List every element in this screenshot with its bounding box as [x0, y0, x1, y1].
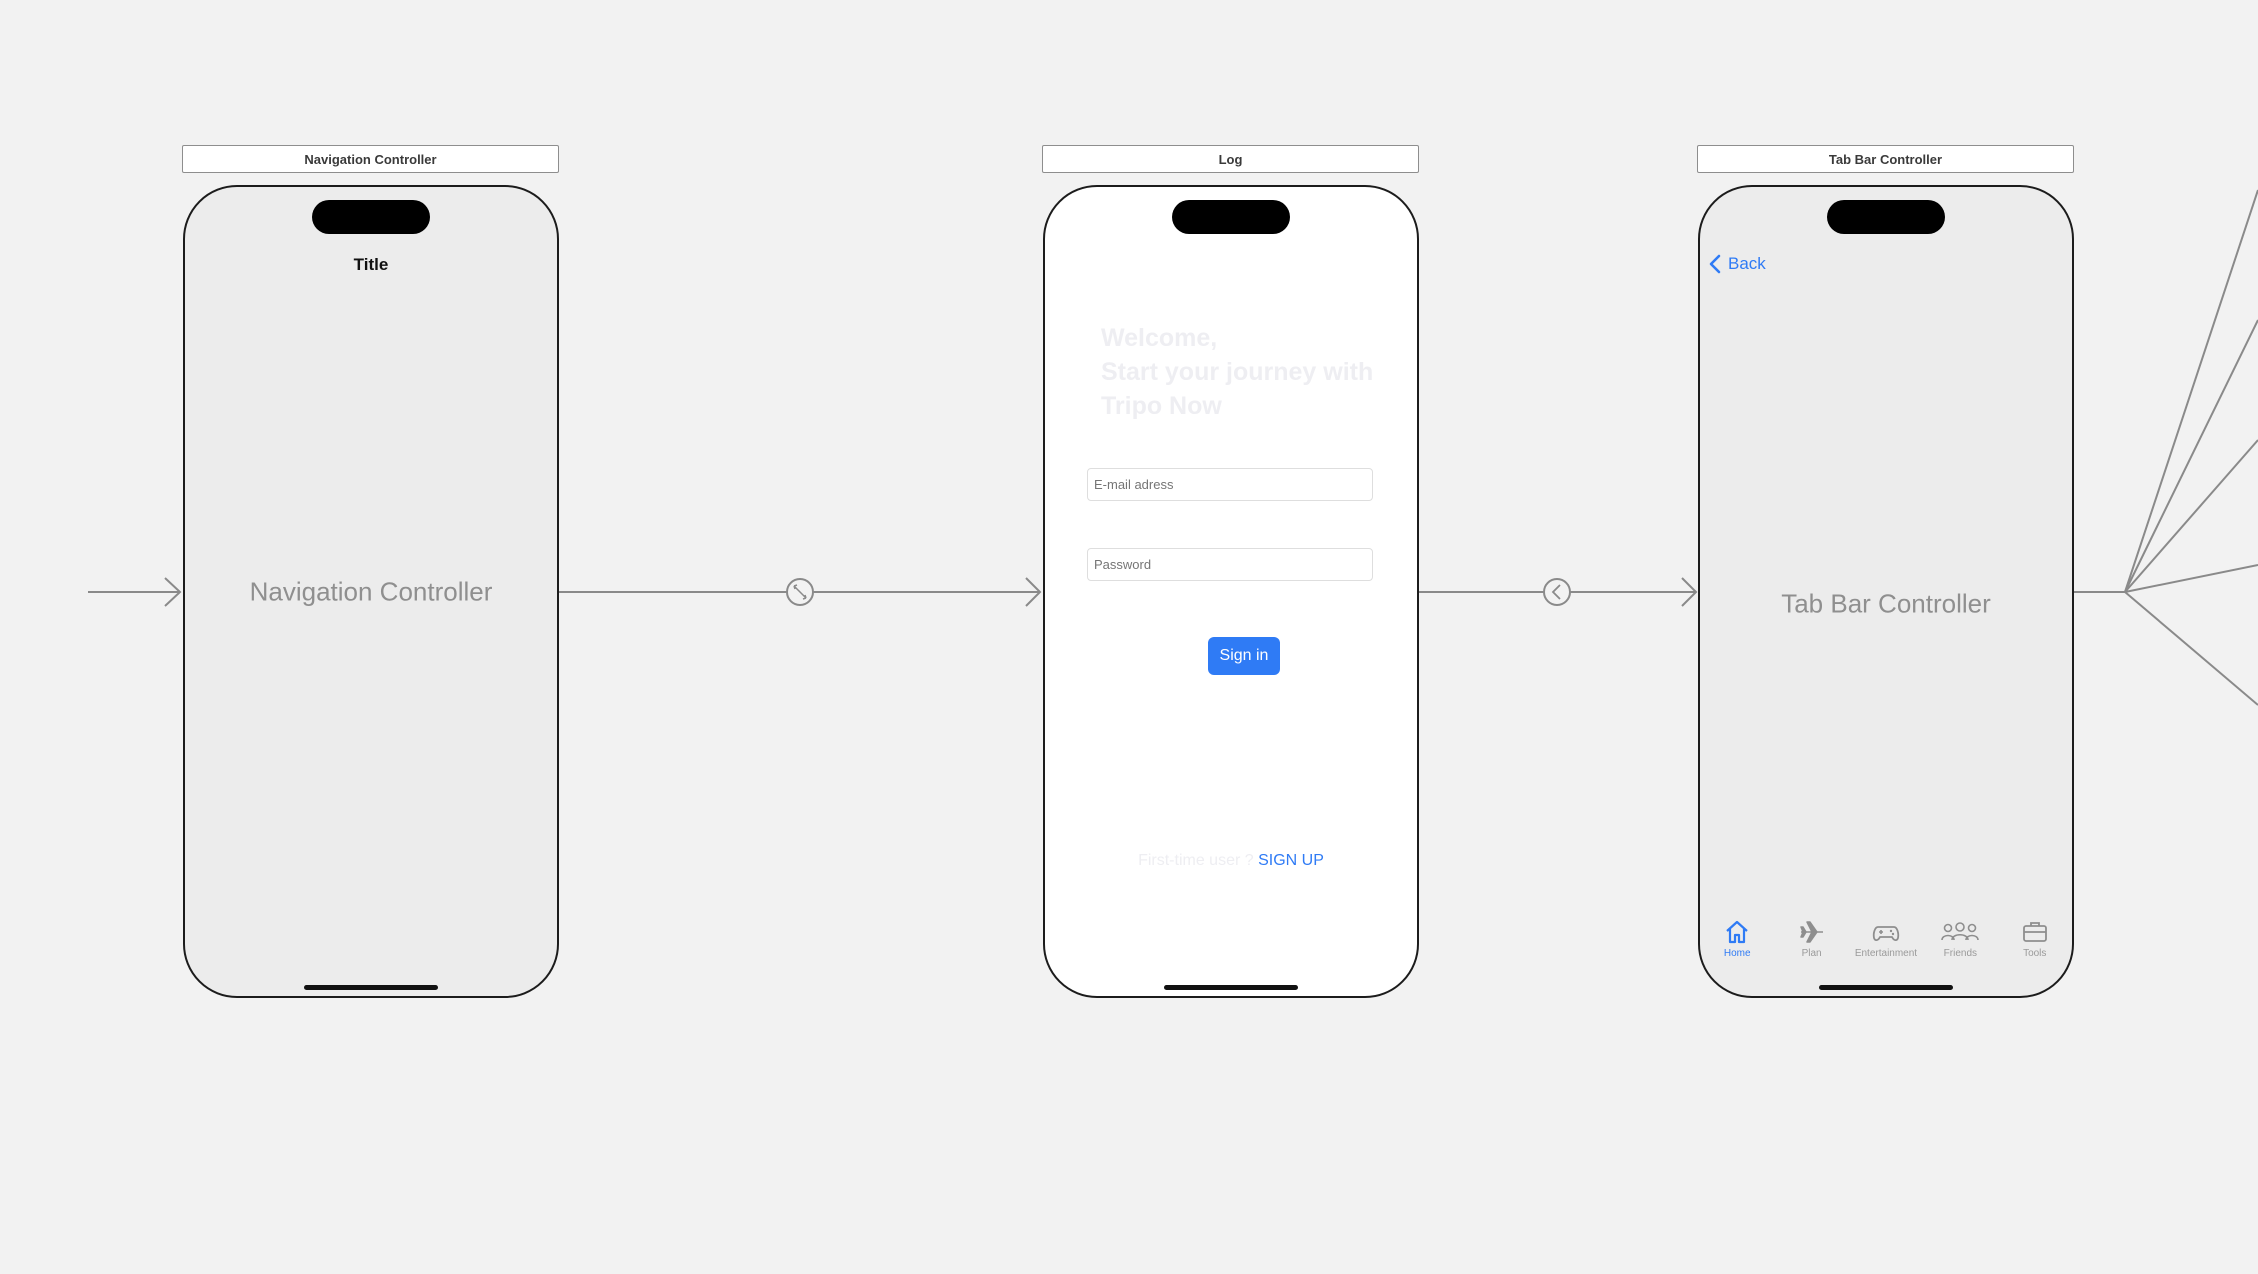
scene-navigation-controller[interactable]: Title Navigation Controller	[183, 185, 559, 998]
scene-header-tabbar[interactable]: Tab Bar Controller	[1697, 145, 2074, 173]
segue-navigation-to-login[interactable]	[559, 577, 1042, 607]
tab-plan[interactable]: Plan	[1775, 918, 1849, 959]
entry-point-arrow[interactable]	[88, 577, 182, 607]
tab-label: Plan	[1801, 948, 1822, 959]
tab-bar: Home Plan Entertainment Friends Tools	[1700, 918, 2072, 966]
welcome-line: Welcome,	[1101, 324, 1218, 352]
scene-placeholder-label: Tab Bar Controller	[1781, 588, 1991, 619]
people-icon	[1941, 922, 1980, 941]
chevron-left-icon	[1709, 254, 1721, 274]
home-indicator	[1819, 985, 1953, 990]
welcome-heading: Welcome, Start your journey with Tripo N…	[1101, 321, 1401, 423]
dynamic-island	[1827, 200, 1945, 234]
welcome-line: Tripo Now	[1101, 392, 1222, 420]
house-icon	[1726, 920, 1748, 944]
first-time-label: First-time user ?	[1138, 852, 1254, 869]
tab-label: Tools	[2023, 948, 2047, 959]
show-segue-icon	[1543, 578, 1571, 606]
home-indicator	[304, 985, 438, 990]
sign-up-button[interactable]: SIGN UP	[1258, 852, 1324, 869]
back-label: Back	[1728, 254, 1766, 273]
tab-home[interactable]: Home	[1700, 918, 1774, 959]
tab-label: Friends	[1943, 948, 1978, 959]
email-field[interactable]	[1087, 468, 1373, 501]
tab-friends[interactable]: Friends	[1923, 918, 1997, 959]
airplane-icon	[1799, 921, 1823, 943]
gamecontroller-icon	[1872, 926, 1900, 942]
welcome-line: Start your journey with	[1101, 358, 1374, 386]
tab-entertainment[interactable]: Entertainment	[1849, 918, 1923, 959]
scene-tab-bar-controller[interactable]: Back Tab Bar Controller Home Plan Entert…	[1698, 185, 2074, 998]
dynamic-island	[312, 200, 430, 234]
tab-label: Entertainment	[1854, 948, 1918, 959]
sign-in-button[interactable]: Sign in	[1208, 637, 1280, 675]
signup-row: First-time user ? SIGN UP	[1045, 852, 1417, 870]
relationship-fan-icon[interactable]	[2074, 189, 2258, 706]
nav-bar-title: Title	[353, 255, 389, 274]
scene-header-log[interactable]: Log	[1042, 145, 1419, 173]
tab-tools[interactable]: Tools	[1998, 918, 2072, 959]
scene-placeholder-label: Navigation Controller	[249, 576, 493, 606]
segue-login-to-tabbar[interactable]	[1419, 577, 1698, 607]
home-indicator	[1164, 985, 1298, 990]
tab-label: Home	[1723, 948, 1751, 959]
back-button[interactable]: Back	[1708, 253, 1766, 275]
storyboard-canvas[interactable]: Navigation Controller Title Navigation C…	[0, 0, 2258, 1274]
dynamic-island	[1172, 200, 1290, 234]
password-field[interactable]	[1087, 548, 1373, 581]
briefcase-icon	[2022, 922, 2047, 942]
scene-header-navigation[interactable]: Navigation Controller	[182, 145, 559, 173]
scene-login[interactable]: Welcome, Start your journey with Tripo N…	[1043, 185, 1419, 998]
